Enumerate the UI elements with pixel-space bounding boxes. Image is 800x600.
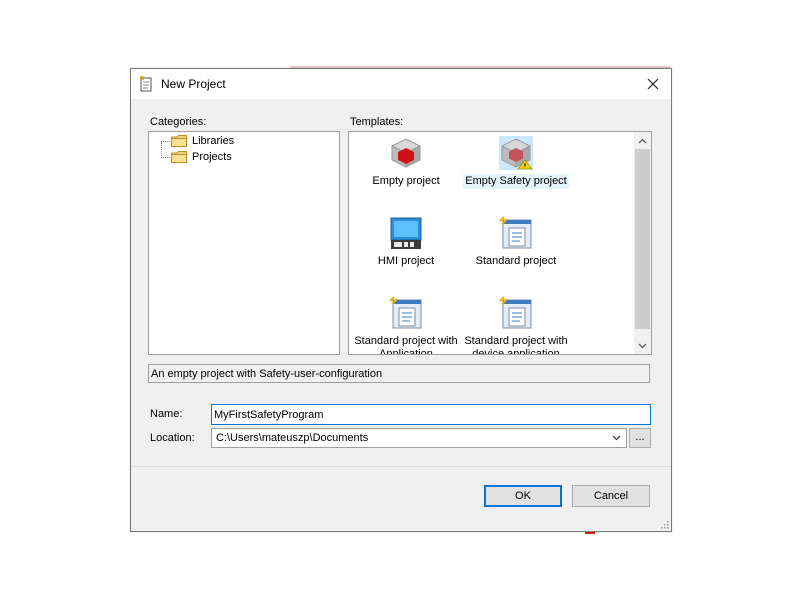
standard-project-icon: [389, 296, 422, 329]
categories-tree[interactable]: Libraries Projects: [148, 131, 340, 355]
location-value: C:\Users\mateuszp\Documents: [216, 432, 369, 444]
templates-list[interactable]: Empty project Empty Safety project HMI p…: [348, 131, 652, 355]
ok-button[interactable]: OK: [484, 485, 562, 507]
template-empty-safety-project[interactable]: Empty Safety project: [461, 136, 571, 189]
tree-item-label: Projects: [192, 151, 232, 163]
tree-item-label: Libraries: [192, 135, 235, 147]
folder-icon: [171, 151, 187, 163]
dialog-title: New Project: [161, 77, 226, 91]
template-label: Empty Safety project: [463, 174, 569, 189]
template-label: HMI project: [377, 255, 435, 267]
tree-connector: [161, 142, 162, 158]
location-combobox[interactable]: C:\Users\mateuszp\Documents: [211, 428, 627, 448]
templates-scrollbar[interactable]: [634, 132, 651, 354]
tree-connector: [161, 157, 170, 158]
hmi-icon: [390, 217, 422, 249]
template-empty-project[interactable]: Empty project: [351, 136, 461, 189]
tree-item-projects[interactable]: Projects: [171, 149, 232, 165]
safety-cube-icon: [499, 136, 533, 170]
tree-item-libraries[interactable]: Libraries: [171, 133, 234, 149]
template-label: Standard project with device application: [464, 335, 568, 355]
categories-label: Categories:: [150, 116, 207, 128]
template-hmi-project[interactable]: HMI project: [351, 216, 461, 269]
red-cube-icon: [390, 138, 422, 168]
template-standard-project[interactable]: Standard project: [461, 216, 571, 269]
standard-project-icon: [499, 216, 532, 249]
template-label: Standard project with Application Compos…: [354, 335, 458, 355]
template-description: An empty project with Safety-user-config…: [148, 364, 650, 383]
template-label: Empty project: [372, 175, 440, 187]
templates-label: Templates:: [350, 116, 404, 128]
scroll-thumb[interactable]: [635, 149, 650, 329]
browse-button[interactable]: ...: [629, 428, 651, 448]
tree-connector: [161, 141, 170, 142]
document-icon: [140, 76, 152, 92]
template-standard-project-device-application[interactable]: Standard project with device application: [461, 296, 571, 355]
chevron-down-icon: [638, 343, 647, 348]
close-icon: [647, 78, 659, 90]
name-label: Name:: [150, 408, 183, 420]
chevron-down-icon[interactable]: [608, 433, 624, 443]
close-button[interactable]: [635, 69, 671, 99]
chevron-up-icon: [638, 138, 647, 143]
title-bar[interactable]: New Project: [131, 69, 671, 99]
template-standard-project-application-composer[interactable]: Standard project with Application Compos…: [351, 296, 461, 355]
name-input[interactable]: [211, 404, 651, 425]
scroll-down-button[interactable]: [634, 337, 651, 354]
cancel-button[interactable]: Cancel: [572, 485, 650, 507]
new-project-dialog: New Project Categories: Templates: Libra…: [130, 68, 672, 532]
scroll-up-button[interactable]: [634, 132, 651, 149]
standard-project-icon: [499, 296, 532, 329]
location-label: Location:: [150, 432, 195, 444]
resize-grip-icon[interactable]: [661, 521, 669, 529]
folder-icon: [171, 135, 187, 147]
template-label: Standard project: [475, 255, 557, 267]
